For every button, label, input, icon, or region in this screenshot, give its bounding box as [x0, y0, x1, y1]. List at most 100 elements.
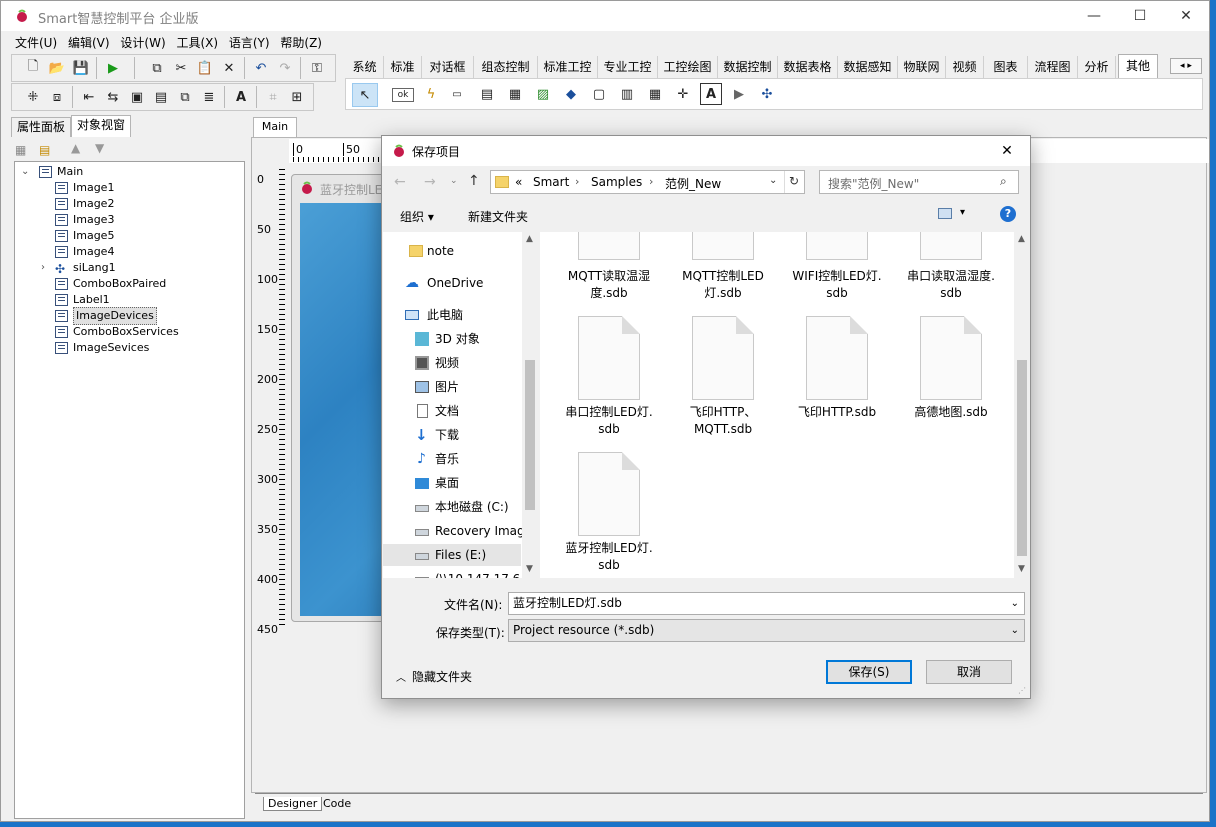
bluetooth-icon[interactable]: ✣	[756, 83, 778, 105]
menu-language[interactable]: 语言(Y)	[229, 31, 277, 51]
chevron-down-icon[interactable]: ▾	[960, 207, 965, 218]
tab-scroll-arrows[interactable]: ◂ ▸	[1170, 58, 1202, 74]
new-icon[interactable]: 🗋	[22, 57, 44, 79]
chevron-right-icon[interactable]: ›	[41, 260, 45, 276]
same-size-icon[interactable]: ▣	[126, 86, 148, 108]
chevron-right-icon[interactable]: ›	[649, 175, 653, 188]
close-button[interactable]: ✕	[1163, 1, 1209, 31]
tab-standard-industrial[interactable]: 标准工控	[538, 56, 598, 78]
menu-tools[interactable]: 工具(X)	[176, 31, 225, 51]
tab-main[interactable]: Main	[253, 117, 297, 137]
help-icon[interactable]: ?	[1000, 206, 1016, 222]
copy-icon[interactable]: ⧉	[146, 57, 168, 79]
file-item[interactable]: MQTT读取温湿 度.sdb	[559, 268, 659, 302]
chevron-up-icon[interactable]: ︿	[396, 669, 406, 684]
grid-icon[interactable]: ▦	[644, 83, 666, 105]
search-icon[interactable]: ⌕	[1000, 174, 1007, 189]
scroll-down-icon[interactable]: ▼	[1018, 564, 1025, 574]
tab-standard[interactable]: 标准	[384, 56, 422, 78]
file-item[interactable]: 飞印HTTP.sdb	[787, 316, 887, 421]
nav-item-recovery[interactable]: Recovery Imag	[383, 520, 525, 542]
cut-icon[interactable]: ✂	[170, 57, 192, 79]
breadcrumb-smart[interactable]: Smart	[533, 175, 569, 189]
key-icon[interactable]: ⚿	[306, 57, 328, 79]
menu-help[interactable]: 帮助(Z)	[280, 31, 329, 51]
breadcrumb-samples[interactable]: Samples	[591, 175, 642, 189]
dock-icon[interactable]: ⊞	[286, 86, 308, 108]
scroll-up-icon[interactable]: ▲	[526, 234, 533, 244]
tab-flowchart[interactable]: 流程图	[1028, 56, 1078, 78]
chevron-down-icon[interactable]: ⌄	[1011, 620, 1019, 641]
nav-item-note[interactable]: note	[383, 240, 521, 262]
chevron-down-icon[interactable]: ⌄	[21, 164, 29, 180]
file-item[interactable]: 串口读取温湿度. sdb	[901, 268, 1001, 302]
text-icon[interactable]: ▤	[476, 83, 498, 105]
paste-icon[interactable]: 📋	[194, 57, 216, 79]
nav-item-onedrive[interactable]: ☁ OneDrive	[383, 272, 521, 294]
tab-data-grid[interactable]: 数据表格	[778, 56, 838, 78]
tab-dialogs[interactable]: 对话框	[422, 56, 474, 78]
nav-item-music[interactable]: ♪ 音乐	[383, 448, 521, 470]
redo-icon[interactable]: ↷	[274, 57, 296, 79]
tab-data-sensing[interactable]: 数据感知	[838, 56, 898, 78]
shape-icon[interactable]: ◆	[560, 83, 582, 105]
resize-grip-icon[interactable]: ⋰	[1018, 686, 1026, 695]
hide-folders-toggle[interactable]: 隐藏文件夹	[412, 668, 472, 685]
media-icon[interactable]: ▶	[728, 83, 750, 105]
align-center-icon[interactable]: ⇆	[102, 86, 124, 108]
label-icon[interactable]: ▭	[446, 83, 468, 105]
file-item[interactable]: 高德地图.sdb	[901, 316, 1001, 421]
menu-design[interactable]: 设计(W)	[120, 31, 172, 51]
save-icon[interactable]: 💾	[70, 57, 92, 79]
tab-pro-industrial[interactable]: 专业工控	[598, 56, 658, 78]
tab-video[interactable]: 视频	[946, 56, 984, 78]
tab-code[interactable]: Code	[319, 797, 355, 810]
tab-analysis[interactable]: 分析	[1078, 56, 1116, 78]
nav-item-drive-e[interactable]: Files (E:)	[383, 544, 521, 566]
breadcrumb-overflow[interactable]: «	[515, 175, 522, 189]
image-icon[interactable]: ▨	[532, 83, 554, 105]
tree-icon[interactable]: ▦	[504, 83, 526, 105]
maximize-button[interactable]: ☐	[1117, 1, 1163, 31]
tab-object-view[interactable]: 对象视窗	[71, 115, 132, 137]
up-arrow-icon[interactable]: ↑	[468, 173, 480, 189]
search-box[interactable]: 搜索"范例_New" ⌕	[819, 170, 1019, 194]
nav-item-drive-c[interactable]: 本地磁盘 (C:)	[383, 496, 521, 518]
tab-iot[interactable]: 物联网	[898, 56, 946, 78]
nav-scroll-thumb[interactable]	[525, 360, 535, 510]
nav-item-downloads[interactable]: ↓ 下载	[383, 424, 521, 446]
delete-icon[interactable]: ✕	[218, 57, 240, 79]
tab-data-control[interactable]: 数据控制	[718, 56, 778, 78]
tab-designer[interactable]: Designer	[263, 797, 323, 811]
chevron-right-icon[interactable]: ›	[575, 175, 579, 188]
ok-button-icon[interactable]: ok	[392, 88, 414, 102]
move-up-icon[interactable]: ▲	[71, 141, 80, 155]
crosshair-icon[interactable]: ✛	[672, 83, 694, 105]
list-icon[interactable]: ▥	[616, 83, 638, 105]
nav-item-this-pc[interactable]: 此电脑	[383, 304, 521, 326]
flash-icon[interactable]: ϟ	[420, 83, 442, 105]
tab-industrial-drawing[interactable]: 工控绘图	[658, 56, 718, 78]
chevron-down-icon[interactable]: ⌄	[769, 175, 777, 186]
bring-front-icon[interactable]: ⧈	[46, 86, 68, 108]
open-icon[interactable]: 📂	[46, 57, 68, 79]
address-bar[interactable]: « Smart › Samples › 范例_New ⌄ ↻	[490, 170, 805, 194]
menu-file[interactable]: 文件(U)	[1, 31, 64, 51]
file-item[interactable]: 串口控制LED灯. sdb	[559, 316, 659, 438]
minimize-button[interactable]: —	[1071, 1, 1117, 31]
undo-icon[interactable]: ↶	[250, 57, 272, 79]
scroll-up-icon[interactable]: ▲	[1018, 234, 1025, 244]
tab-charts[interactable]: 图表	[984, 56, 1028, 78]
tab-system[interactable]: 系统	[346, 56, 384, 78]
folder-open-icon[interactable]: ▤	[39, 143, 55, 157]
scroll-down-icon[interactable]: ▼	[526, 564, 533, 574]
group-icon[interactable]: ⧉	[174, 86, 196, 108]
view-options-icon[interactable]	[938, 208, 952, 219]
nav-item-desktop[interactable]: 桌面	[383, 472, 521, 494]
font-icon[interactable]: A	[230, 86, 252, 108]
file-item[interactable]: MQTT控制LED 灯.sdb	[673, 268, 773, 302]
back-arrow-icon[interactable]: ←	[394, 174, 406, 190]
refresh-icon[interactable]: ↻	[789, 174, 799, 188]
nav-item-3d-objects[interactable]: 3D 对象	[383, 328, 521, 350]
align-left-icon[interactable]: ⇤	[78, 86, 100, 108]
